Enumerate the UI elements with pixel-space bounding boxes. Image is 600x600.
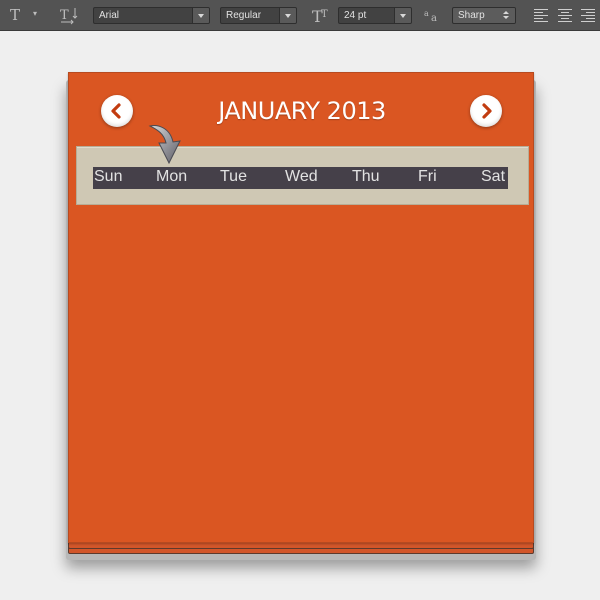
toggle-text-orientation-icon[interactable]: T: [58, 6, 78, 25]
font-size-value: 24 pt: [344, 10, 367, 21]
chevron-right-icon: [482, 103, 492, 119]
font-style-value: Regular: [226, 10, 262, 21]
weekday-label: Wed: [285, 168, 318, 185]
weekday-label: Thu: [352, 168, 380, 185]
chevron-down-icon: [192, 8, 209, 23]
anti-alias-select[interactable]: Sharp: [452, 7, 516, 24]
calendar-card: JANUARY 2013 Sun Mon Tue Wed Thu Fri Sat: [68, 72, 534, 543]
type-tool-icon[interactable]: T: [10, 7, 32, 23]
previous-month-button[interactable]: [101, 95, 133, 127]
next-month-button[interactable]: [470, 95, 502, 127]
anti-alias-icon: a a: [423, 8, 441, 24]
align-left-icon[interactable]: [534, 8, 548, 22]
font-style-select[interactable]: Regular: [220, 7, 297, 24]
font-family-select[interactable]: Arial: [93, 7, 210, 24]
weekday-text-selection[interactable]: Sun Mon Tue Wed Thu Fri Sat: [93, 167, 508, 189]
curved-arrow-icon: [148, 122, 186, 166]
font-size-select[interactable]: 24 pt: [338, 7, 412, 24]
weekday-label: Fri: [418, 168, 437, 185]
weekday-label: Sun: [94, 168, 123, 185]
font-family-value: Arial: [99, 10, 120, 21]
svg-text:T: T: [60, 8, 69, 23]
weekday-label: Mon: [156, 168, 188, 185]
chevron-left-icon: [111, 103, 121, 119]
font-size-icon: T T: [311, 6, 331, 26]
tool-preset-caret-icon[interactable]: ▾: [33, 10, 41, 18]
svg-text:T: T: [321, 9, 328, 20]
chevron-down-icon: [394, 8, 411, 23]
options-bar: T ▾ T Arial Regular T T 24 pt a a Sharp: [0, 0, 600, 31]
weekday-label: Tue: [220, 168, 247, 185]
up-down-arrows-icon: [498, 8, 515, 23]
svg-text:a: a: [431, 13, 437, 23]
month-title: JANUARY 2013: [218, 97, 386, 125]
weekday-header: Sun Mon Tue Wed Thu Fri Sat: [76, 146, 529, 205]
chevron-down-icon: [279, 8, 296, 23]
svg-text:a: a: [424, 9, 429, 18]
anti-alias-value: Sharp: [458, 10, 485, 21]
align-center-icon[interactable]: [558, 8, 572, 22]
align-right-icon[interactable]: [581, 8, 595, 22]
weekday-label: Sat: [481, 168, 506, 185]
